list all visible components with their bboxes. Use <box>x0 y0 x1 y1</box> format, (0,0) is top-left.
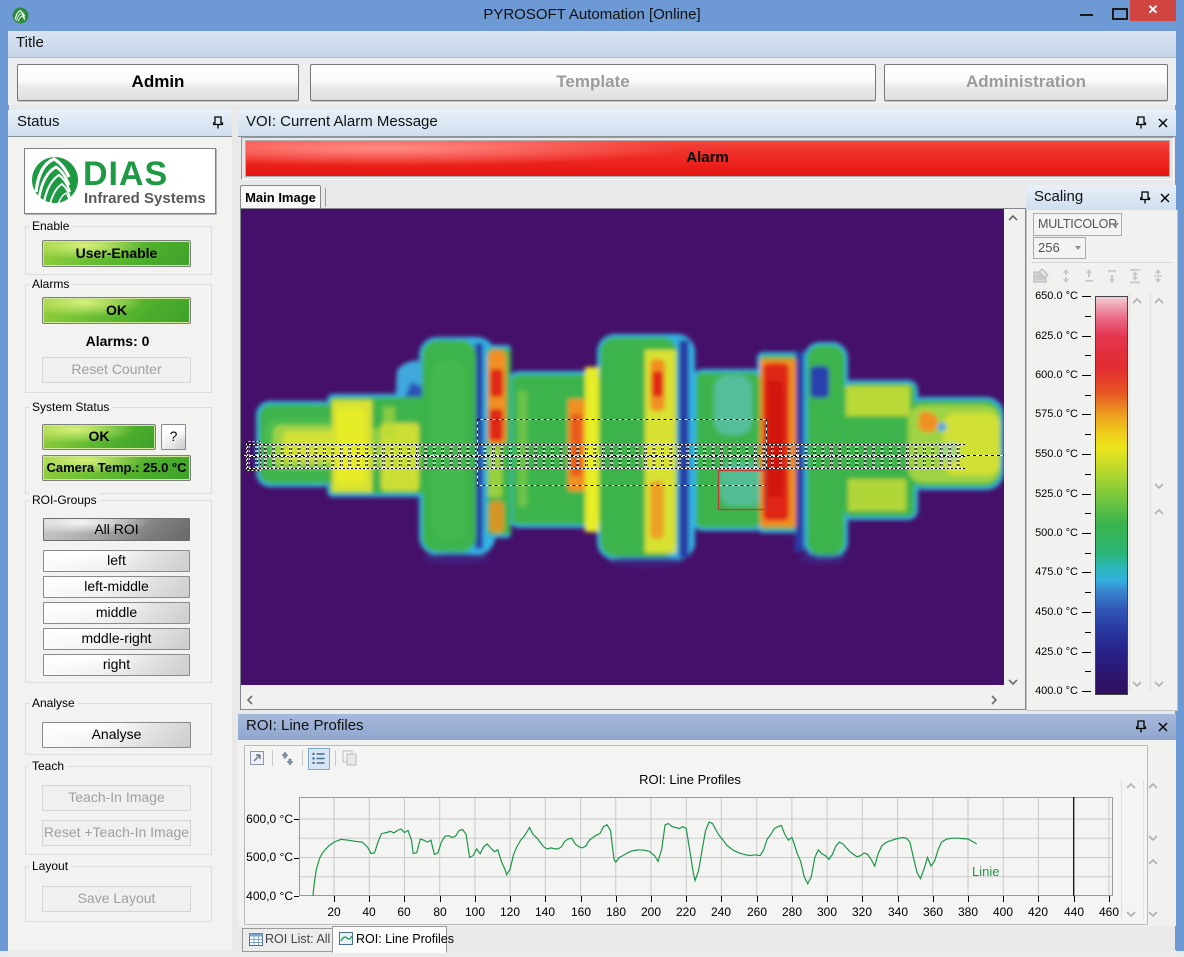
svg-text:DIAS: DIAS <box>83 155 168 193</box>
svg-text:Infrared Systems: Infrared Systems <box>84 190 206 207</box>
